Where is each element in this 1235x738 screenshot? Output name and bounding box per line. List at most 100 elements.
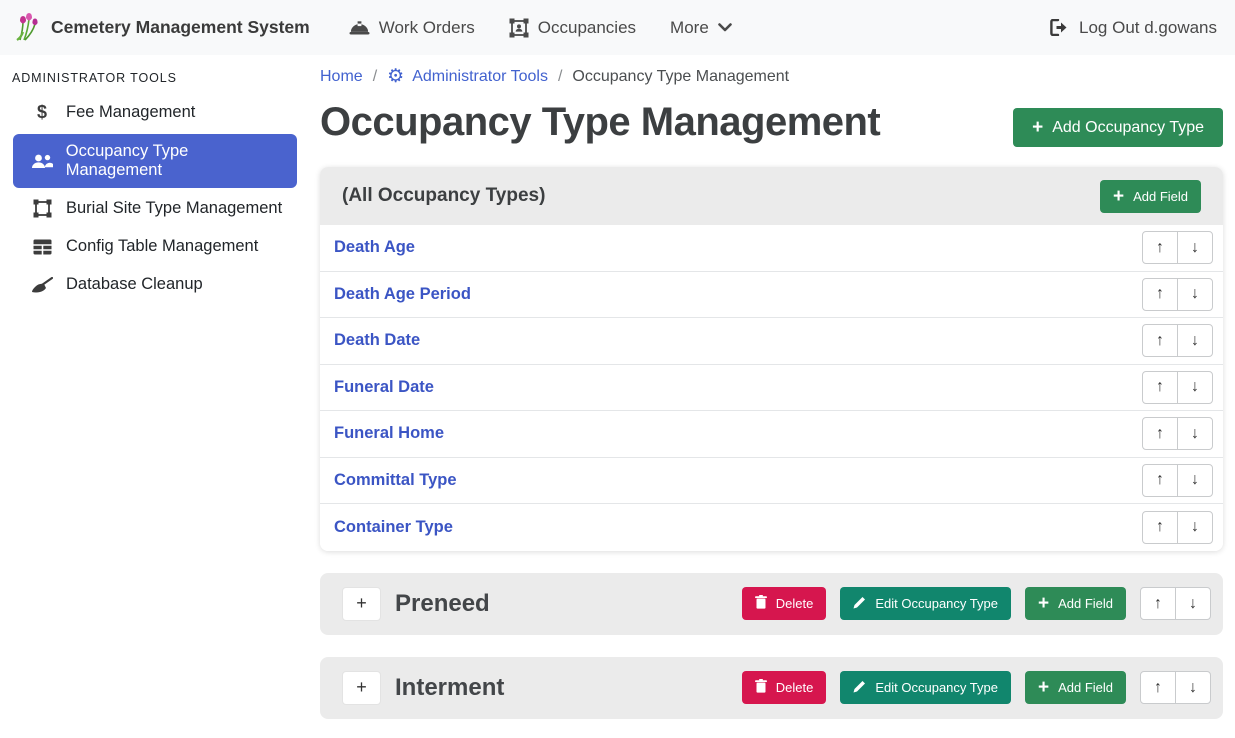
- breadcrumb-separator: /: [373, 68, 377, 86]
- move-down-button[interactable]: ↓: [1177, 417, 1213, 450]
- field-row: Death Age Period ↑ ↓: [320, 272, 1223, 319]
- page-header: Occupancy Type Management + Add Occupanc…: [320, 100, 1223, 147]
- broom-icon: [30, 277, 54, 293]
- reorder-buttons: ↑ ↓: [1142, 417, 1213, 450]
- reorder-buttons: ↑ ↓: [1140, 671, 1211, 704]
- plus-icon: +: [1113, 187, 1124, 206]
- sidebar-item-label: Config Table Management: [66, 237, 258, 256]
- breadcrumb-home-link[interactable]: Home: [320, 68, 363, 86]
- logout-icon: [1050, 19, 1069, 36]
- move-down-button[interactable]: ↓: [1177, 278, 1213, 311]
- section-title: Interment: [395, 674, 504, 702]
- nav-more-label: More: [670, 18, 709, 38]
- breadcrumb-admin-tools-link[interactable]: ⚙ Administrator Tools: [387, 67, 548, 86]
- all-occupancy-types-title: (All Occupancy Types): [342, 185, 545, 207]
- field-link-committal-type[interactable]: Committal Type: [334, 471, 457, 490]
- nav-work-orders[interactable]: Work Orders: [332, 10, 492, 46]
- field-link-container-type[interactable]: Container Type: [334, 518, 453, 537]
- move-up-button[interactable]: ↑: [1142, 231, 1178, 264]
- add-field-button[interactable]: + Add Field: [1100, 180, 1201, 213]
- move-up-button[interactable]: ↑: [1140, 671, 1176, 704]
- add-field-label: Add Field: [1133, 189, 1188, 204]
- field-row: Death Age ↑ ↓: [320, 225, 1223, 272]
- move-down-button[interactable]: ↓: [1177, 511, 1213, 544]
- main-content: Home / ⚙ Administrator Tools / Occupancy…: [310, 55, 1235, 738]
- app-brand[interactable]: Cemetery Management System: [14, 9, 310, 46]
- field-link-funeral-date[interactable]: Funeral Date: [334, 378, 434, 397]
- sidebar-item-label: Burial Site Type Management: [66, 199, 282, 218]
- field-link-death-age[interactable]: Death Age: [334, 238, 415, 257]
- move-up-button[interactable]: ↑: [1142, 511, 1178, 544]
- move-down-button[interactable]: ↓: [1177, 371, 1213, 404]
- move-down-button[interactable]: ↓: [1177, 324, 1213, 357]
- sidebar: ADMINISTRATOR TOOLS $ Fee Management Occ…: [0, 55, 310, 738]
- sidebar-item-occupancy-type-management[interactable]: Occupancy Type Management: [13, 134, 297, 188]
- add-occupancy-type-button[interactable]: + Add Occupancy Type: [1013, 108, 1223, 147]
- sidebar-item-fee-management[interactable]: $ Fee Management: [13, 94, 297, 131]
- move-up-button[interactable]: ↑: [1142, 278, 1178, 311]
- delete-label: Delete: [776, 596, 814, 611]
- sidebar-item-label: Fee Management: [66, 103, 195, 122]
- nav-occupancies[interactable]: Occupancies: [492, 10, 653, 46]
- field-row: Death Date ↑ ↓: [320, 318, 1223, 365]
- section-bar-interment: + Interment Delete: [320, 657, 1223, 719]
- dollar-icon: $: [30, 102, 54, 123]
- page-title: Occupancy Type Management: [320, 100, 880, 145]
- sidebar-item-database-cleanup[interactable]: Database Cleanup: [13, 267, 297, 302]
- delete-button[interactable]: Delete: [742, 671, 827, 704]
- field-link-death-age-period[interactable]: Death Age Period: [334, 285, 471, 304]
- reorder-buttons: ↑ ↓: [1142, 464, 1213, 497]
- section-actions: Delete Edit Occupancy Type + Add Field ↑: [742, 587, 1211, 620]
- add-field-label: Add Field: [1058, 596, 1113, 611]
- gear-icon: ⚙: [387, 67, 404, 86]
- field-link-funeral-home[interactable]: Funeral Home: [334, 424, 444, 443]
- edit-occupancy-type-button[interactable]: Edit Occupancy Type: [840, 671, 1011, 704]
- sidebar-item-config-table-management[interactable]: Config Table Management: [13, 229, 297, 264]
- person-frame-icon: [509, 18, 529, 38]
- edit-occupancy-type-label: Edit Occupancy Type: [875, 596, 998, 611]
- plus-icon: +: [1038, 678, 1049, 697]
- move-up-button[interactable]: ↑: [1142, 324, 1178, 357]
- sidebar-heading: ADMINISTRATOR TOOLS: [0, 61, 310, 91]
- move-up-button[interactable]: ↑: [1142, 417, 1178, 450]
- move-down-button[interactable]: ↓: [1175, 671, 1211, 704]
- table-icon: [30, 239, 54, 255]
- field-row: Funeral Home ↑ ↓: [320, 411, 1223, 458]
- pencil-icon: [853, 596, 866, 612]
- move-up-button[interactable]: ↑: [1142, 371, 1178, 404]
- nav-occupancies-label: Occupancies: [538, 18, 636, 38]
- all-occupancy-types-header: (All Occupancy Types) + Add Field: [320, 167, 1223, 225]
- chevron-down-icon: [718, 23, 732, 32]
- sidebar-item-label: Database Cleanup: [66, 275, 203, 294]
- move-down-button[interactable]: ↓: [1177, 231, 1213, 264]
- edit-occupancy-type-button[interactable]: Edit Occupancy Type: [840, 587, 1011, 620]
- all-occupancy-types-card: (All Occupancy Types) + Add Field Death …: [320, 167, 1223, 551]
- app-title: Cemetery Management System: [51, 17, 310, 38]
- breadcrumb-admin-tools-label: Administrator Tools: [412, 68, 548, 86]
- field-link-death-date[interactable]: Death Date: [334, 331, 420, 350]
- tulips-logo-icon: [14, 9, 40, 46]
- section-actions: Delete Edit Occupancy Type + Add Field ↑: [742, 671, 1211, 704]
- move-up-button[interactable]: ↑: [1140, 587, 1176, 620]
- trash-icon: [755, 679, 767, 696]
- add-field-button[interactable]: + Add Field: [1025, 587, 1126, 620]
- expand-toggle-button[interactable]: +: [342, 587, 381, 621]
- nav-more[interactable]: More: [653, 10, 749, 46]
- plus-icon: +: [1032, 118, 1043, 137]
- move-down-button[interactable]: ↓: [1175, 587, 1211, 620]
- field-row: Container Type ↑ ↓: [320, 504, 1223, 551]
- plus-icon: +: [1038, 594, 1049, 613]
- expand-toggle-button[interactable]: +: [342, 671, 381, 705]
- field-row: Funeral Date ↑ ↓: [320, 365, 1223, 412]
- delete-button[interactable]: Delete: [742, 587, 827, 620]
- move-up-button[interactable]: ↑: [1142, 464, 1178, 497]
- field-row: Committal Type ↑ ↓: [320, 458, 1223, 505]
- reorder-buttons: ↑ ↓: [1142, 324, 1213, 357]
- vector-square-icon: [30, 199, 54, 218]
- sidebar-item-burial-site-type-management[interactable]: Burial Site Type Management: [13, 191, 297, 226]
- trash-icon: [755, 595, 767, 612]
- move-down-button[interactable]: ↓: [1177, 464, 1213, 497]
- logout-button[interactable]: Log Out d.gowans: [1050, 18, 1217, 38]
- edit-occupancy-type-label: Edit Occupancy Type: [875, 680, 998, 695]
- add-field-button[interactable]: + Add Field: [1025, 671, 1126, 704]
